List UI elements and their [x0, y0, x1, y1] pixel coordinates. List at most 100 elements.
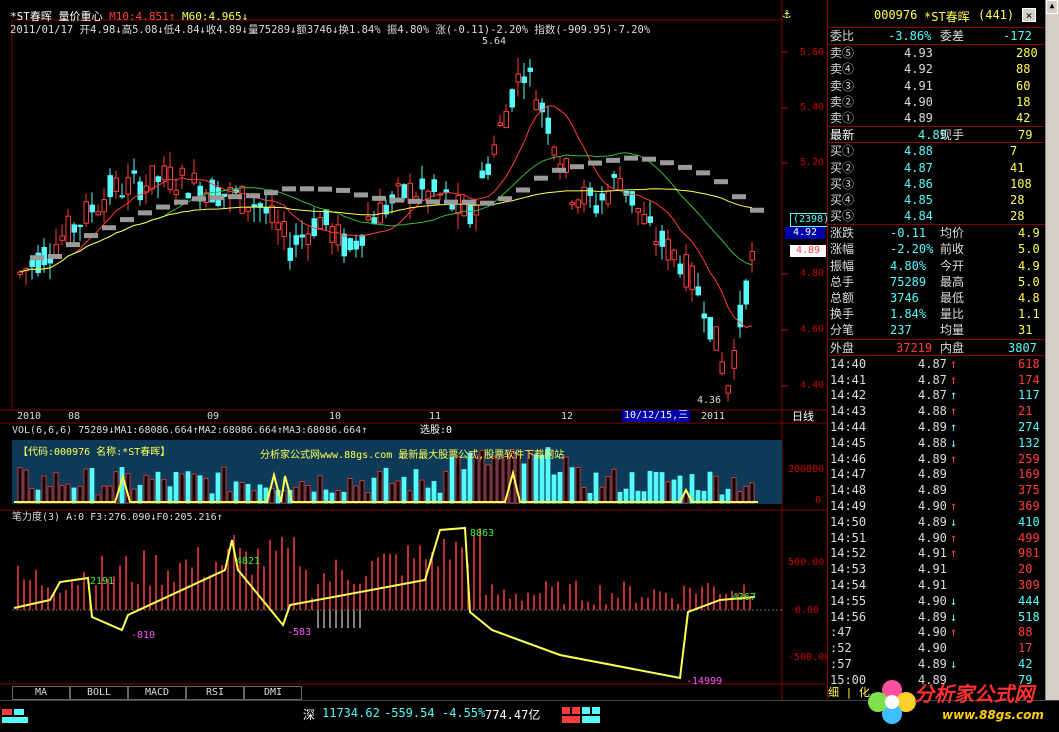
candle-body	[491, 144, 497, 155]
stat-value-2: 5.0	[1018, 274, 1040, 289]
trade-arrow: ↑	[950, 546, 958, 561]
buy-volume: 28	[1010, 209, 1025, 224]
anchor-icon[interactable]: ⚓	[783, 8, 791, 21]
candle-body	[587, 187, 593, 196]
chart-area[interactable]: *ST春晖 量价重心 M10:4.851↑ M60:4.965↓ 2011/01…	[0, 0, 833, 700]
current-box: (2398)	[790, 213, 833, 227]
tab-macd[interactable]: MACD	[128, 686, 186, 700]
sell-row: 卖④ 4.92 88	[828, 61, 1045, 77]
candle-body	[551, 146, 557, 156]
gravity-bar	[30, 255, 44, 261]
buy-price: 4.85	[904, 192, 933, 207]
stat-label: 涨幅	[830, 242, 855, 257]
candle-body	[725, 385, 731, 394]
tab-dmi[interactable]: DMI	[244, 686, 302, 700]
candle-body	[269, 205, 275, 224]
sell-row: 卖② 4.90 18	[828, 94, 1045, 110]
volume-bar	[593, 472, 599, 504]
candle-body	[155, 176, 161, 183]
candle-body	[287, 247, 293, 261]
period-label[interactable]: 日线	[792, 411, 814, 423]
gravity-bar	[354, 192, 368, 198]
trade-time: 14:46	[830, 451, 867, 466]
sell-price: 4.89	[904, 110, 933, 125]
candle-body	[143, 185, 149, 193]
tab-ma[interactable]: MA	[12, 686, 70, 700]
candle-body	[701, 313, 707, 319]
gravity-bar	[156, 204, 170, 210]
trade-volume: 618	[1018, 356, 1040, 371]
date-tick-2011: 2011	[701, 411, 726, 422]
trade-time: 14:51	[830, 530, 867, 545]
stat-label-2: 最高	[940, 274, 965, 289]
volume-bar	[59, 485, 65, 504]
trade-arrow: ↑	[950, 451, 958, 466]
scroll-up-icon[interactable]: ▲	[1046, 0, 1058, 14]
candle-body	[299, 234, 305, 238]
buy-label: 买⑤	[830, 209, 855, 224]
trade-row: 14:47 4.89 169	[828, 466, 1045, 482]
volume-bar	[557, 471, 563, 504]
volume-bar	[317, 475, 323, 504]
volume-bar	[299, 480, 305, 504]
quote-num: (441)	[978, 8, 1015, 22]
close-icon[interactable]: ×	[1022, 8, 1036, 22]
tab-boll[interactable]: BOLL	[70, 686, 128, 700]
trade-list[interactable]: 14:40 4.87 ↑ 618 14:41 4.87 ↑ 174 14:42 4.87 ↑ 117 1…	[828, 354, 1045, 688]
index-name: 深	[303, 708, 316, 722]
volume-bar	[161, 478, 167, 504]
vol-watermark: 分析家公式网www.88gs.com 最新最大股票公式,股票软件下载网站	[260, 450, 565, 461]
kline-chart[interactable]	[0, 0, 827, 700]
trade-price: 4.89	[918, 451, 947, 466]
trade-volume: 444	[1018, 593, 1040, 608]
sell-row: 卖① 4.89 42	[828, 110, 1045, 126]
candle-body	[173, 189, 179, 196]
volume-bar	[185, 471, 191, 504]
volume-bar	[599, 486, 605, 504]
candle-body	[665, 238, 671, 261]
candle-body	[29, 260, 35, 268]
candle-body	[707, 316, 713, 340]
candle-body	[689, 265, 695, 291]
trade-volume: 369	[1018, 498, 1040, 513]
candle-body	[263, 207, 269, 214]
trade-arrow: ↑	[950, 388, 958, 403]
candle-body	[65, 215, 71, 244]
trade-volume: 117	[1018, 388, 1040, 403]
sell-volume: 60	[1016, 78, 1031, 93]
latest-row: 最新 4.89 现手 79	[828, 126, 1045, 142]
volume-bar	[107, 485, 113, 504]
volume-bar	[383, 467, 389, 504]
buy-row: 买⑤ 4.84 28	[828, 208, 1045, 224]
gravity-bar	[120, 217, 134, 223]
buy-label: 买④	[830, 192, 855, 207]
weibi-label: 委比	[830, 29, 855, 43]
gravity-bar	[192, 196, 206, 202]
trade-price: 4.88	[918, 435, 947, 450]
candle-body	[179, 167, 185, 176]
trade-arrow: ↓	[950, 656, 958, 671]
volume-bar	[491, 456, 497, 504]
date-tick-2010: 2010	[17, 411, 42, 422]
trade-time: 14:42	[830, 388, 867, 403]
gravity-bar	[462, 199, 476, 205]
tab-rsi[interactable]: RSI	[186, 686, 244, 700]
volume-bar	[221, 466, 227, 504]
volume-bar	[137, 484, 143, 504]
candle-body	[515, 73, 521, 83]
volume-bar	[77, 485, 83, 504]
gravity-bar	[408, 198, 422, 204]
vertical-scrollbar[interactable]: ▲	[1045, 0, 1059, 700]
stat-label: 振幅	[830, 258, 855, 273]
stat-value-2: 4.8	[1018, 291, 1040, 305]
candle-body	[293, 235, 299, 245]
gravity-bar	[696, 170, 710, 176]
buy-row: 买③ 4.86 108	[828, 176, 1045, 192]
vol-code-text: 【代码:000976 名称:*ST春晖】	[18, 447, 171, 458]
index-value: 11734.62	[322, 706, 380, 720]
volume-bar	[659, 472, 665, 504]
candle-body	[713, 326, 719, 351]
price-tick-460: 4.60	[800, 324, 825, 335]
trade-arrow: ↑	[950, 498, 958, 513]
candle-body	[305, 233, 311, 246]
